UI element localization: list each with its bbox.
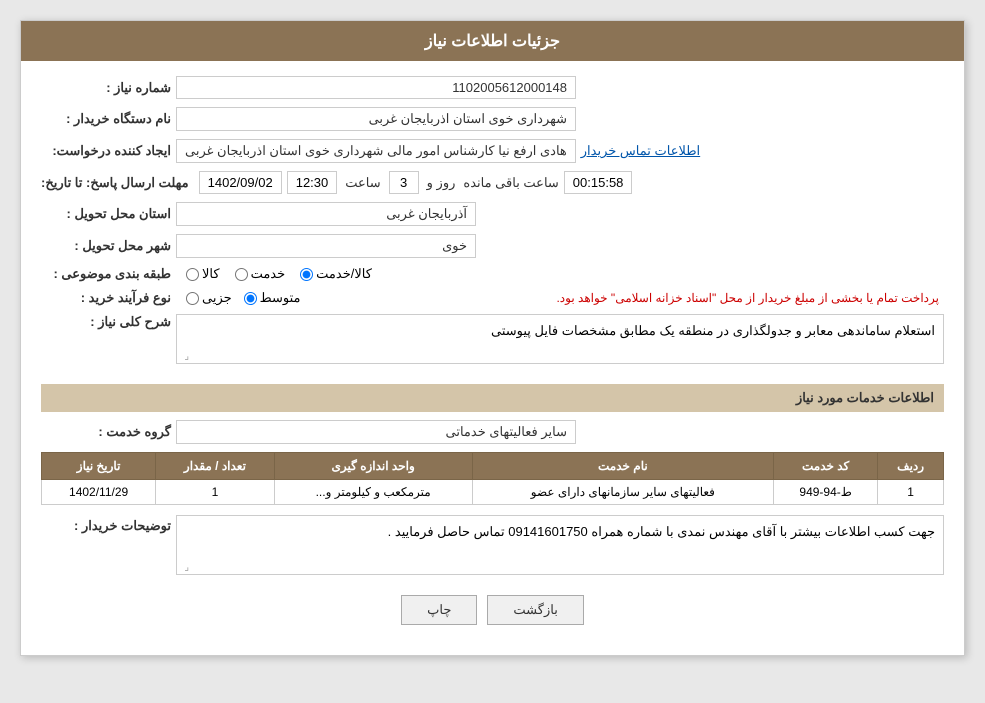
- remaining-label: ساعت باقی مانده: [463, 175, 558, 191]
- city-row: خوی شهر محل تحویل :: [41, 234, 944, 258]
- category-khadamat-radio[interactable]: [235, 268, 248, 281]
- purchase-type-label: نوع فرآیند خرید :: [41, 290, 171, 306]
- deadline-time-value: 12:30: [287, 171, 338, 194]
- cell-row-num: 1: [878, 480, 944, 505]
- description-value: استعلام ساماندهی معابر و جدولگذاری در من…: [491, 323, 935, 338]
- services-section-header: اطلاعات خدمات مورد نیاز: [41, 384, 944, 412]
- notes-resize-handle[interactable]: ⌟: [179, 562, 189, 572]
- purchase-motavasset-radio[interactable]: [244, 292, 257, 305]
- category-kala: کالا: [186, 266, 220, 282]
- category-kala-khadamat-label: کالا/خدمت: [316, 266, 372, 282]
- buyer-org-label: نام دستگاه خریدار :: [41, 111, 171, 127]
- page-title: جزئیات اطلاعات نیاز: [21, 21, 964, 61]
- col-service-code: کد خدمت: [774, 453, 878, 480]
- resize-handle[interactable]: ⌟: [179, 351, 189, 361]
- purchase-type-row: پرداخت تمام یا بخشی از مبلغ خریدار از مح…: [41, 290, 944, 306]
- cell-service-code: ط-94-949: [774, 480, 878, 505]
- deadline-days-value: 3: [389, 171, 419, 194]
- purchase-note: پرداخت تمام یا بخشی از مبلغ خریدار از مح…: [301, 291, 939, 305]
- category-row: کالا/خدمت خدمت کالا طبقه بندی موضوعی :: [41, 266, 944, 282]
- deadline-label: مهلت ارسال پاسخ: تا تاریخ:: [41, 175, 189, 191]
- creator-label: ایجاد کننده درخواست:: [41, 143, 171, 159]
- days-and-label: روز و: [427, 175, 456, 191]
- col-date: تاریخ نیاز: [42, 453, 156, 480]
- purchase-motavasset-label: متوسط: [260, 290, 301, 306]
- request-number-value: 1102005612000148: [176, 76, 576, 99]
- city-label: شهر محل تحویل :: [41, 238, 171, 254]
- cell-quantity: 1: [156, 480, 274, 505]
- purchase-jozi-radio[interactable]: [186, 292, 199, 305]
- main-container: جزئیات اطلاعات نیاز 1102005612000148 شما…: [20, 20, 965, 656]
- buyer-notes-label: توضیحات خریدار :: [41, 515, 171, 534]
- category-label: طبقه بندی موضوعی :: [41, 266, 171, 282]
- col-row-num: ردیف: [878, 453, 944, 480]
- deadline-date-value: 1402/09/02: [199, 171, 282, 194]
- buyer-org-value: شهرداری خوی استان اذربایجان غربی: [176, 107, 576, 131]
- col-unit: واحد اندازه گیری: [274, 453, 472, 480]
- description-label: شرح کلی نیاز :: [41, 314, 171, 330]
- contact-link[interactable]: اطلاعات تماس خریدار: [581, 143, 700, 159]
- table-row: 1 ط-94-949 فعالیتهای سایر سازمانهای دارا…: [42, 480, 944, 505]
- services-table: ردیف کد خدمت نام خدمت واحد اندازه گیری ت…: [41, 452, 944, 505]
- time-label: ساعت: [345, 175, 380, 191]
- province-value: آذربایجان غربی: [176, 202, 476, 226]
- back-button[interactable]: بازگشت: [487, 595, 583, 625]
- purchase-jozi-label: جزیی: [202, 290, 232, 306]
- buyer-org-row: شهرداری خوی استان اذربایجان غربی نام دست…: [41, 107, 944, 131]
- deadline-remaining-value: 00:15:58: [564, 171, 633, 194]
- purchase-motavasset: متوسط: [244, 290, 301, 306]
- bottom-buttons: بازگشت چاپ: [41, 585, 944, 640]
- description-row: استعلام ساماندهی معابر و جدولگذاری در من…: [41, 314, 944, 374]
- buyer-notes-box: جهت کسب اطلاعات بیشتر با آقای مهندس نمدی…: [176, 515, 944, 575]
- cell-date: 1402/11/29: [42, 480, 156, 505]
- print-button[interactable]: چاپ: [401, 595, 477, 625]
- category-khadamat: خدمت: [235, 266, 286, 282]
- category-kala-radio[interactable]: [186, 268, 199, 281]
- buyer-notes-section: جهت کسب اطلاعات بیشتر با آقای مهندس نمدی…: [41, 515, 944, 575]
- category-kala-label: کالا: [202, 266, 220, 282]
- creator-value: هادی ارفع نیا کارشناس امور مالی شهرداری …: [176, 139, 576, 163]
- purchase-options: متوسط جزیی: [186, 290, 301, 306]
- description-box: استعلام ساماندهی معابر و جدولگذاری در من…: [176, 314, 944, 364]
- request-number-row: 1102005612000148 شماره نیاز :: [41, 76, 944, 99]
- request-number-label: شماره نیاز :: [41, 80, 171, 96]
- purchase-jozi: جزیی: [186, 290, 232, 306]
- category-kala-khadamat-radio[interactable]: [300, 268, 313, 281]
- province-row: آذربایجان غربی استان محل تحویل :: [41, 202, 944, 226]
- service-group-row: سایر فعالیتهای خدماتی گروه خدمت :: [41, 420, 944, 444]
- city-value: خوی: [176, 234, 476, 258]
- service-group-label: گروه خدمت :: [41, 424, 171, 440]
- province-label: استان محل تحویل :: [41, 206, 171, 222]
- cell-unit: مترمکعب و کیلومتر و...: [274, 480, 472, 505]
- content-area: 1102005612000148 شماره نیاز : شهرداری خو…: [21, 61, 964, 655]
- category-options: کالا/خدمت خدمت کالا: [186, 266, 372, 282]
- cell-service-name: فعالیتهای سایر سازمانهای دارای عضو: [472, 480, 773, 505]
- buyer-notes-value: جهت کسب اطلاعات بیشتر با آقای مهندس نمدی…: [388, 524, 935, 539]
- creator-row: اطلاعات تماس خریدار هادی ارفع نیا کارشنا…: [41, 139, 944, 163]
- deadline-row: 00:15:58 ساعت باقی مانده روز و 3 ساعت 12…: [41, 171, 944, 194]
- col-service-name: نام خدمت: [472, 453, 773, 480]
- category-khadamat-label: خدمت: [251, 266, 286, 282]
- col-quantity: تعداد / مقدار: [156, 453, 274, 480]
- service-group-value: سایر فعالیتهای خدماتی: [176, 420, 576, 444]
- category-kala-khadamat: کالا/خدمت: [300, 266, 372, 282]
